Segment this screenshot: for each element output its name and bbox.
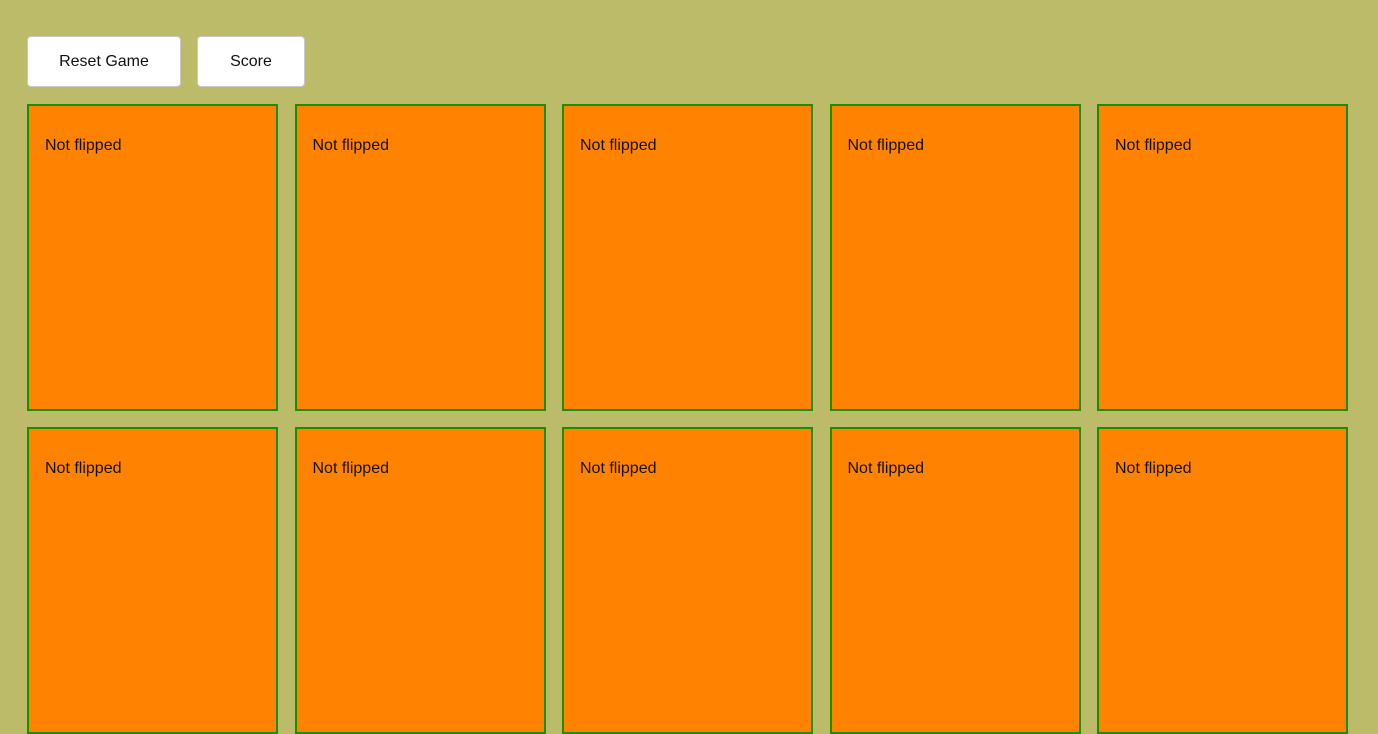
card-status-label: Not flipped [45,460,122,477]
card-status-label: Not flipped [312,137,390,154]
card-status-label: Not flipped [1115,460,1192,477]
memory-card[interactable]: Not flipped [1097,104,1348,411]
card-grid: Not flipped Not flipped Not flipped Not … [27,104,1348,734]
memory-card[interactable]: Not flipped [294,104,546,411]
memory-card[interactable]: Not flipped [27,104,278,411]
memory-card[interactable]: Not flipped [294,427,546,734]
card-status-label: Not flipped [1115,137,1192,154]
card-status-label: Not flipped [45,137,122,154]
card-status-label: Not flipped [580,460,657,477]
memory-card[interactable]: Not flipped [1097,427,1348,734]
memory-card[interactable]: Not flipped [27,427,278,734]
card-status-label: Not flipped [312,460,390,477]
card-status-label: Not flipped [847,137,925,154]
memory-card[interactable]: Not flipped [829,427,1081,734]
toolbar: Reset Game Score [27,36,305,87]
card-status-label: Not flipped [847,460,925,477]
score-button[interactable]: Score [197,36,305,87]
memory-card[interactable]: Not flipped [562,104,813,411]
card-status-label: Not flipped [580,137,657,154]
memory-card[interactable]: Not flipped [562,427,813,734]
reset-game-button[interactable]: Reset Game [27,36,181,87]
memory-card[interactable]: Not flipped [829,104,1081,411]
